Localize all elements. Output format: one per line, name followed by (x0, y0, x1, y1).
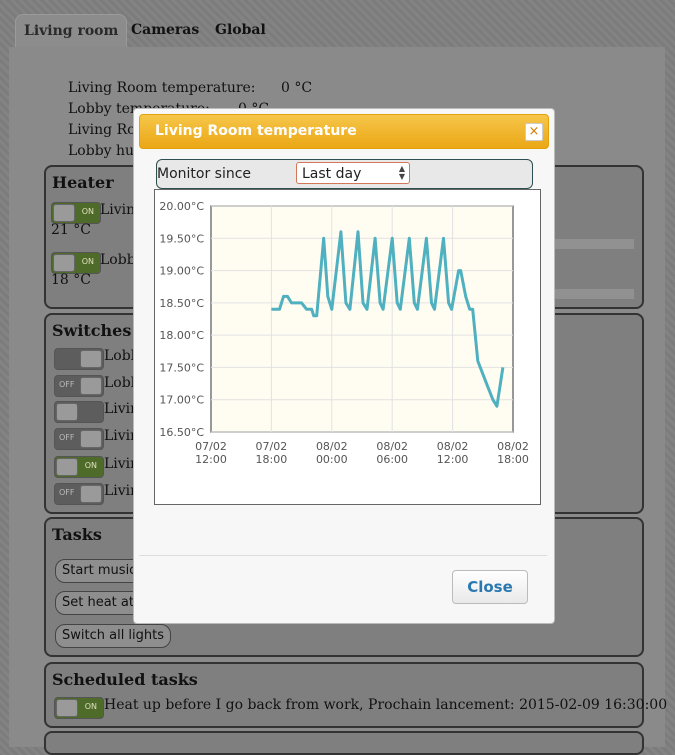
switch-toggle-6[interactable]: OFF (54, 483, 104, 505)
switch-toggle-3[interactable] (54, 401, 104, 423)
x-tick-label-time: 06:00 (376, 453, 408, 466)
info-living-room-humidity-label: Living Ro (68, 122, 136, 138)
x-tick-label-time: 12:00 (437, 453, 469, 466)
x-tick-label-date: 08/02 (437, 440, 469, 453)
y-tick-label: 19.50°C (159, 232, 204, 245)
next-box (44, 731, 644, 755)
switches-title: Switches (52, 321, 132, 340)
x-tick-label-date: 08/02 (376, 440, 408, 453)
y-tick-label: 18.00°C (159, 329, 204, 342)
tasks-title: Tasks (52, 525, 102, 544)
heater-toggle-living[interactable]: ON (51, 202, 101, 224)
dialog-header: Living Room temperature × (139, 114, 549, 149)
y-tick-label: 18.50°C (159, 297, 204, 310)
monitor-since-value: Last day (302, 166, 362, 182)
x-tick-label-date: 07/02 (256, 440, 288, 453)
monitor-since-label: Monitor since (157, 166, 252, 182)
dialog-title: Living Room temperature (155, 123, 357, 139)
tab-global[interactable]: Global (207, 14, 274, 47)
switch-toggle-5[interactable]: ON (54, 456, 104, 478)
x-tick-label-date: 08/02 (497, 440, 529, 453)
temperature-dialog: Living Room temperature × Monitor since … (133, 108, 555, 624)
temperature-chart: 20.00°C 19.50°C 19.00°C 18.50°C 18.00°C 17.50… (154, 189, 541, 505)
info-living-room-temperature-label: Living Room temperature: (68, 80, 256, 96)
y-tick-label: 20.00°C (159, 200, 204, 213)
heater-label-lobby: Lobb (100, 252, 136, 268)
heater-toggle-lobby[interactable]: ON (51, 252, 101, 274)
switch-toggle-1[interactable] (54, 348, 104, 370)
scheduled-task-text: Heat up before I go back from work, Proc… (104, 697, 668, 713)
x-tick-label-date: 07/02 (195, 440, 227, 453)
x-tick-label-time: 12:00 (195, 453, 227, 466)
close-icon[interactable]: × (525, 123, 543, 141)
monitor-bar: Monitor since Last day ▲ ▼ (156, 159, 533, 189)
y-tick-label: 17.50°C (159, 361, 204, 374)
scheduled-tasks-box: Scheduled tasks (44, 662, 644, 728)
dialog-footer-divider (139, 555, 547, 556)
x-tick-label-time: 18:00 (497, 453, 529, 466)
plot-area (210, 205, 514, 433)
y-tick-label: 17.00°C (159, 394, 204, 407)
y-tick-label: 19.00°C (159, 265, 204, 278)
x-tick-label-time: 18:00 (256, 453, 288, 466)
tab-cameras[interactable]: Cameras (123, 14, 207, 47)
x-tick-label-time: 00:00 (316, 453, 348, 466)
select-arrows-icon: ▲ ▼ (398, 164, 405, 181)
scheduled-tasks-title: Scheduled tasks (52, 670, 198, 689)
tab-bar: Living room Cameras Global (0, 0, 675, 48)
y-tick-label: 16.50°C (159, 426, 204, 439)
monitor-since-select[interactable]: Last day ▲ ▼ (296, 162, 410, 184)
task-switch-all-lights-button[interactable]: Switch all lights (55, 624, 172, 648)
switch-toggle-2[interactable]: OFF (54, 375, 104, 397)
heater-value-lobby: 18 °C (51, 272, 91, 288)
switch-toggle-4[interactable]: OFF (54, 428, 104, 450)
heater-value-living: 21 °C (51, 222, 91, 238)
heater-title: Heater (52, 173, 114, 192)
task-start-music-button[interactable]: Start music (55, 559, 144, 583)
x-tick-label-date: 08/02 (316, 440, 348, 453)
tab-living-room[interactable]: Living room (15, 14, 128, 48)
close-button[interactable]: Close (452, 570, 528, 604)
scheduled-task-toggle[interactable]: ON (54, 697, 104, 719)
info-lobby-humidity-label: Lobby hun (68, 143, 144, 159)
chart-svg: 20.00°C 19.50°C 19.00°C 18.50°C 18.00°C 17.50… (159, 200, 529, 466)
heater-label-living: Livin (100, 202, 136, 218)
info-living-room-temperature-value: 0 °C (281, 80, 313, 96)
